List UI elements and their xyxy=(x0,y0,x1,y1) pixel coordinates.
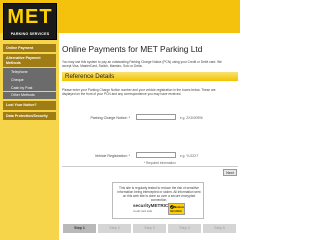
main-content: Online Payments for MET Parking Ltd You … xyxy=(62,35,238,238)
step-5: Step 5 xyxy=(203,224,236,233)
pcn-label: Parking Charge Notice: * xyxy=(90,116,130,120)
sidebar-item-cheque[interactable]: Cheque xyxy=(3,76,56,84)
sidebar-item-telephone[interactable]: Telephone xyxy=(3,68,56,76)
securitymetrics-tag: credit card safe xyxy=(133,209,153,213)
sidebar-nav: Online Payment Alternative Payment Metho… xyxy=(3,44,56,121)
reg-input[interactable] xyxy=(136,152,176,158)
norton-label: Norton xyxy=(174,205,184,209)
logo-text: MET xyxy=(7,6,53,28)
sidebar-item-data-protection[interactable]: Data Protection/Security xyxy=(3,111,56,121)
required-note: * Required information xyxy=(144,161,176,165)
divider xyxy=(62,166,238,167)
pcn-example: e.g. ZX3000996 xyxy=(180,116,203,120)
security-notice: This site is regularly tested to reduce … xyxy=(112,182,204,219)
security-message: This site is regularly tested to reduce … xyxy=(117,186,201,202)
norton-badge[interactable]: Norton SECURED xyxy=(168,203,185,215)
step-4: Step 4 xyxy=(168,224,201,233)
step-2: Step 2 xyxy=(98,224,131,233)
intro-text: You may use this system to pay an outsta… xyxy=(62,60,222,68)
page-title: Online Payments for MET Parking Ltd xyxy=(62,44,203,54)
met-logo[interactable]: MET PARKING SERVICES xyxy=(3,3,57,40)
norton-sub: SECURED xyxy=(170,210,182,213)
securitymetrics-badge[interactable]: securityMETRICS credit card safe xyxy=(133,203,171,215)
sidebar-item-alternative-payment-methods[interactable]: Alternative Payment Methods xyxy=(3,54,56,68)
pcn-input[interactable] xyxy=(136,114,176,120)
step-3: Step 3 xyxy=(133,224,166,233)
step-1: Step 1 xyxy=(63,224,96,233)
reg-example: e.g. YU2ZXT xyxy=(180,154,199,158)
logo-tagline: PARKING SERVICES xyxy=(10,32,50,36)
section-header: Reference Details xyxy=(62,72,238,81)
instructions-text: Please enter your Parking Charge Notice … xyxy=(62,88,216,96)
step-progress: Step 1 Step 2 Step 3 Step 4 Step 5 xyxy=(62,224,238,233)
next-button[interactable]: Next xyxy=(223,169,237,176)
reg-label: Vehicle Registration: * xyxy=(94,154,130,158)
section-title: Reference Details xyxy=(65,73,115,80)
sidebar-item-lost-your-notice[interactable]: Lost Your Notice? xyxy=(3,101,56,110)
sidebar-item-other-methods[interactable]: Other Methods xyxy=(3,91,56,100)
sidebar-item-online-payment[interactable]: Online Payment xyxy=(3,44,56,53)
sidebar-item-cash-by-post[interactable]: Cash by Post xyxy=(3,84,56,92)
